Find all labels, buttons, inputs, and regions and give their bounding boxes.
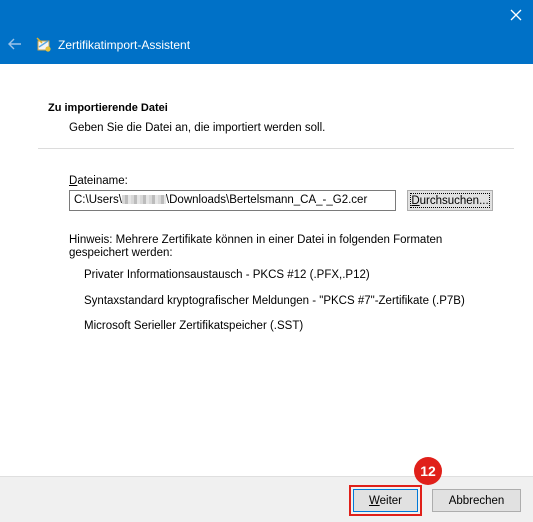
- browse-button[interactable]: Durchsuchen...: [407, 190, 493, 211]
- format-item-sst: Microsoft Serieller Zertifikatspeicher (…: [84, 320, 304, 332]
- next-button-highlight-frame: [349, 485, 422, 516]
- filename-path-start: C:\Users\: [74, 194, 122, 206]
- back-button[interactable]: [6, 35, 24, 53]
- certificate-icon: [36, 37, 51, 52]
- divider: [38, 148, 514, 149]
- filename-label-text: ateiname:: [77, 175, 128, 187]
- window-title: Zertifikatimport-Assistent: [58, 38, 191, 52]
- filename-input[interactable]: C:\Users\ \Downloads\Bertelsmann_CA_-_G2.…: [69, 190, 396, 211]
- close-button[interactable]: [499, 0, 533, 30]
- section-description: Geben Sie die Datei an, die importiert w…: [69, 122, 326, 134]
- step-number-badge: 12: [414, 457, 442, 485]
- filename-path-end: \Downloads\Bertelsmann_CA_-_G2.cer: [165, 194, 368, 206]
- close-icon: [510, 9, 522, 21]
- focus-ring: [410, 193, 490, 208]
- back-arrow-icon: [8, 38, 21, 50]
- title-bar: Zertifikatimport-Assistent: [0, 0, 533, 64]
- hint-text: Hinweis: Mehrere Zertifikate können in e…: [69, 234, 443, 259]
- format-item-pfx: Privater Informationsaustausch - PKCS #1…: [84, 269, 370, 281]
- format-item-p7b: Syntaxstandard kryptografischer Meldunge…: [84, 295, 465, 307]
- section-title: Zu importierende Datei: [48, 102, 168, 114]
- redacted-username: [121, 195, 166, 205]
- cancel-button[interactable]: Abbrechen: [432, 489, 521, 512]
- filename-label: Dateiname:: [69, 175, 128, 187]
